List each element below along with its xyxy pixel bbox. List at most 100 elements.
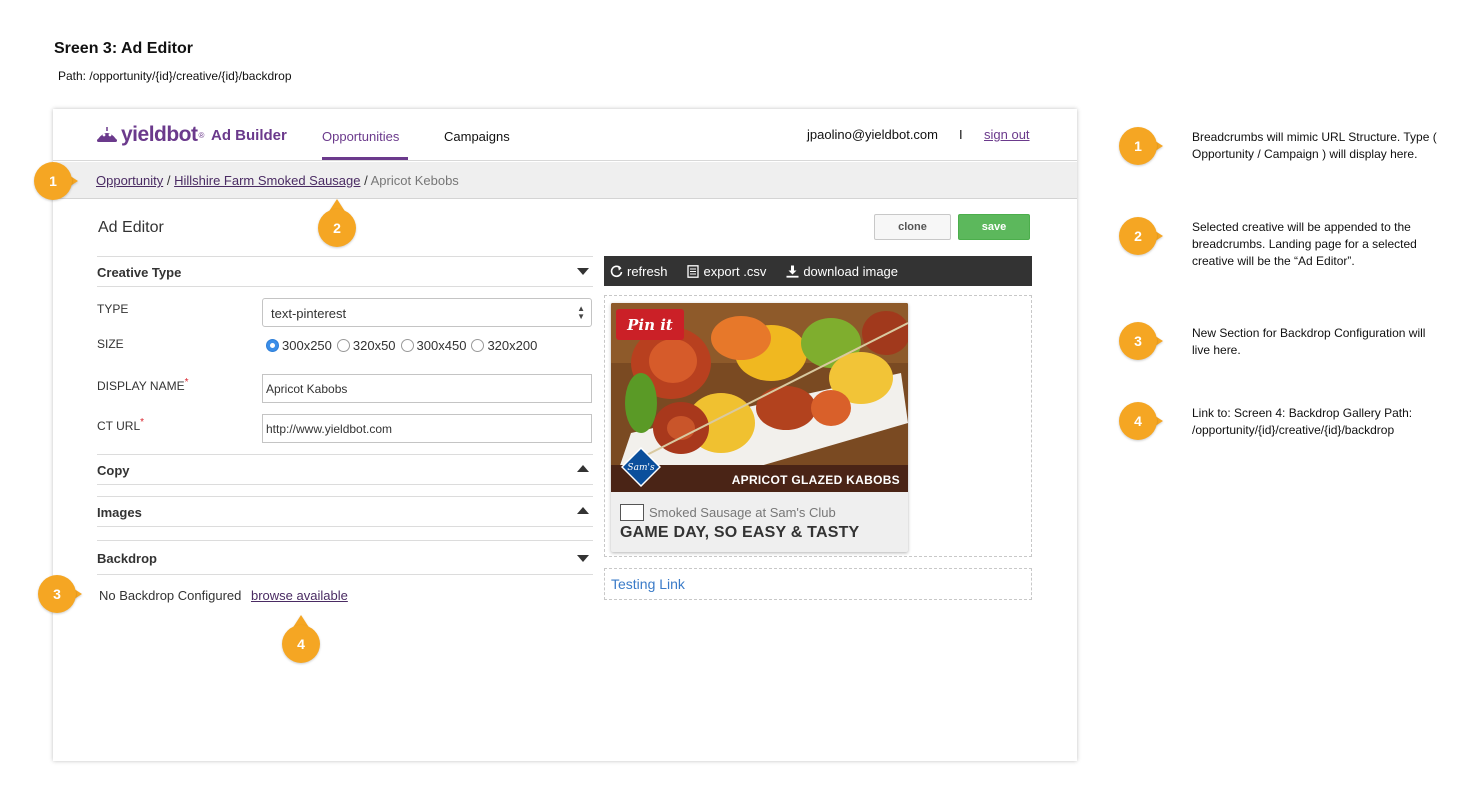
radio-icon[interactable] bbox=[471, 339, 485, 352]
type-select[interactable]: text-pinterest ▲ ▼ bbox=[262, 298, 592, 327]
radio-icon[interactable] bbox=[336, 339, 350, 352]
breadcrumb-current: Apricot Kebobs bbox=[370, 173, 459, 188]
size-label: SIZE bbox=[97, 337, 124, 351]
spec-path: Path: /opportunity/{id}/creative/{id}/ba… bbox=[58, 69, 292, 83]
download-image-button[interactable]: download image bbox=[786, 264, 898, 279]
display-name-field[interactable]: Apricot Kabobs bbox=[262, 374, 592, 403]
section-label: Backdrop bbox=[97, 551, 157, 566]
breadcrumb-bar: Opportunity / Hillshire Farm Smoked Saus… bbox=[53, 162, 1077, 199]
preview-toolbar: refresh export .csv download image bbox=[604, 256, 1032, 286]
section-label: Creative Type bbox=[97, 265, 182, 280]
callout-number: 2 bbox=[318, 209, 356, 247]
ad-headline: GAME DAY, SO EASY & TASTY bbox=[620, 524, 860, 541]
nav-separator: I bbox=[959, 127, 963, 142]
size-radio-group: 300x250 320x50 300x450 320x200 bbox=[266, 338, 542, 353]
chevron-up-icon[interactable] bbox=[577, 465, 589, 472]
sign-out-link[interactable]: sign out bbox=[984, 127, 1030, 142]
breadcrumb: Opportunity / Hillshire Farm Smoked Saus… bbox=[96, 173, 459, 188]
backdrop-status-text: No Backdrop Configured bbox=[99, 588, 242, 603]
note-2: Selected creative will be appended to th… bbox=[1192, 220, 1417, 268]
ct-url-field[interactable]: http://www.yieldbot.com bbox=[262, 414, 592, 443]
note-marker-2: 2 bbox=[1119, 217, 1163, 257]
download-icon bbox=[786, 265, 799, 278]
type-select-value: text-pinterest bbox=[271, 306, 347, 321]
section-backdrop[interactable]: Backdrop bbox=[97, 540, 593, 575]
radio-selected-icon[interactable] bbox=[266, 339, 279, 352]
section-images[interactable]: Images bbox=[97, 496, 593, 527]
app-window: yieldbot ® Ad Builder Opportunities Camp… bbox=[53, 109, 1077, 761]
active-tab-indicator bbox=[322, 157, 408, 160]
size-option-320x50[interactable]: 320x50 bbox=[336, 338, 396, 353]
image-caption: APRICOT GLAZED KABOBS bbox=[731, 473, 900, 487]
size-option-320x200[interactable]: 320x200 bbox=[471, 338, 537, 353]
testing-link[interactable]: Testing Link bbox=[611, 576, 685, 592]
size-option-label: 300x450 bbox=[416, 338, 467, 353]
tab-opportunities[interactable]: Opportunities bbox=[322, 129, 399, 144]
callout-number: 4 bbox=[1119, 402, 1157, 440]
size-option-300x450[interactable]: 300x450 bbox=[400, 338, 467, 353]
required-mark: * bbox=[184, 377, 189, 388]
chevron-down-icon[interactable] bbox=[577, 555, 589, 562]
yieldbot-logo[interactable]: yieldbot ® bbox=[96, 123, 204, 147]
refresh-icon bbox=[610, 265, 623, 277]
callout-number: 1 bbox=[34, 162, 72, 200]
backdrop-status: No Backdrop Configured browse available bbox=[99, 588, 348, 603]
note-4: Link to: Screen 4: Backdrop Gallery Path… bbox=[1192, 406, 1413, 437]
browse-available-link[interactable]: browse available bbox=[251, 588, 348, 603]
chevron-up-icon[interactable] bbox=[577, 507, 589, 514]
callout-number: 2 bbox=[1119, 217, 1157, 255]
display-name-label: DISPLAY NAME* bbox=[97, 377, 189, 393]
radio-icon[interactable] bbox=[400, 339, 414, 352]
pin-it-button[interactable]: Pin it bbox=[616, 309, 684, 340]
sams-club-logo: Sam's bbox=[621, 447, 661, 487]
breadcrumb-opportunity[interactable]: Opportunity bbox=[96, 173, 163, 188]
section-copy[interactable]: Copy bbox=[97, 454, 593, 485]
callout-marker-2: 2 bbox=[318, 199, 362, 249]
sponsor-text: Smoked Sausage at Sam's Club bbox=[649, 505, 836, 520]
refresh-button[interactable]: refresh bbox=[610, 264, 667, 279]
page-title: Ad Editor bbox=[98, 219, 164, 236]
size-option-300x250[interactable]: 300x250 bbox=[266, 338, 332, 353]
section-label: Copy bbox=[97, 463, 130, 478]
spec-title: Sreen 3: Ad Editor bbox=[54, 40, 193, 57]
export-csv-button[interactable]: export .csv bbox=[687, 264, 766, 279]
note-marker-4: 4 bbox=[1119, 402, 1163, 442]
note-3: New Section for Backdrop Configuration w… bbox=[1192, 326, 1426, 357]
hillshire-logo-icon bbox=[620, 504, 644, 521]
ct-url-label: CT URL* bbox=[97, 417, 145, 433]
size-option-label: 320x200 bbox=[487, 338, 538, 353]
callout-marker-3: 3 bbox=[38, 575, 82, 615]
save-button[interactable]: save bbox=[958, 214, 1030, 240]
required-mark: * bbox=[140, 417, 145, 428]
callout-number: 4 bbox=[282, 625, 320, 663]
yieldbot-logo-icon bbox=[96, 125, 118, 145]
callout-marker-4: 4 bbox=[282, 615, 326, 665]
note-marker-3: 3 bbox=[1119, 322, 1163, 362]
note-1: Breadcrumbs will mimic URL Structure. Ty… bbox=[1192, 130, 1437, 161]
note-marker-1: 1 bbox=[1119, 127, 1163, 167]
document-icon bbox=[687, 264, 700, 278]
callout-number: 1 bbox=[1119, 127, 1157, 165]
breadcrumb-hillshire[interactable]: Hillshire Farm Smoked Sausage bbox=[174, 173, 360, 188]
ad-image: Pin it APRICOT GLAZED KABOBS Sam's bbox=[611, 303, 908, 492]
clone-button[interactable]: clone bbox=[874, 214, 951, 240]
type-label: TYPE bbox=[97, 302, 129, 316]
section-creative-type[interactable]: Creative Type bbox=[97, 256, 593, 287]
top-nav: yieldbot ® Ad Builder Opportunities Camp… bbox=[53, 109, 1077, 161]
callout-marker-1: 1 bbox=[34, 162, 78, 202]
callout-number: 3 bbox=[1119, 322, 1157, 360]
user-email: jpaolino@yieldbot.com bbox=[807, 127, 938, 142]
callout-number: 3 bbox=[38, 575, 76, 613]
brand-mark: ® bbox=[198, 130, 205, 140]
brand-name: yieldbot bbox=[121, 123, 198, 146]
ad-preview-area: Pin it APRICOT GLAZED KABOBS Sam's Smoke… bbox=[604, 295, 1032, 557]
size-option-label: 320x50 bbox=[352, 338, 396, 353]
tab-campaigns[interactable]: Campaigns bbox=[444, 129, 510, 144]
chevron-down-icon[interactable] bbox=[577, 268, 589, 275]
breadcrumb-divider: / bbox=[166, 173, 171, 188]
product-name: Ad Builder bbox=[211, 127, 287, 144]
select-arrows-icon: ▲ ▼ bbox=[577, 304, 585, 321]
testing-link-box: Testing Link bbox=[604, 568, 1032, 600]
ad-creative-card[interactable]: Pin it APRICOT GLAZED KABOBS Sam's Smoke… bbox=[611, 303, 908, 552]
ad-sponsor: Smoked Sausage at Sam's Club bbox=[620, 504, 836, 521]
